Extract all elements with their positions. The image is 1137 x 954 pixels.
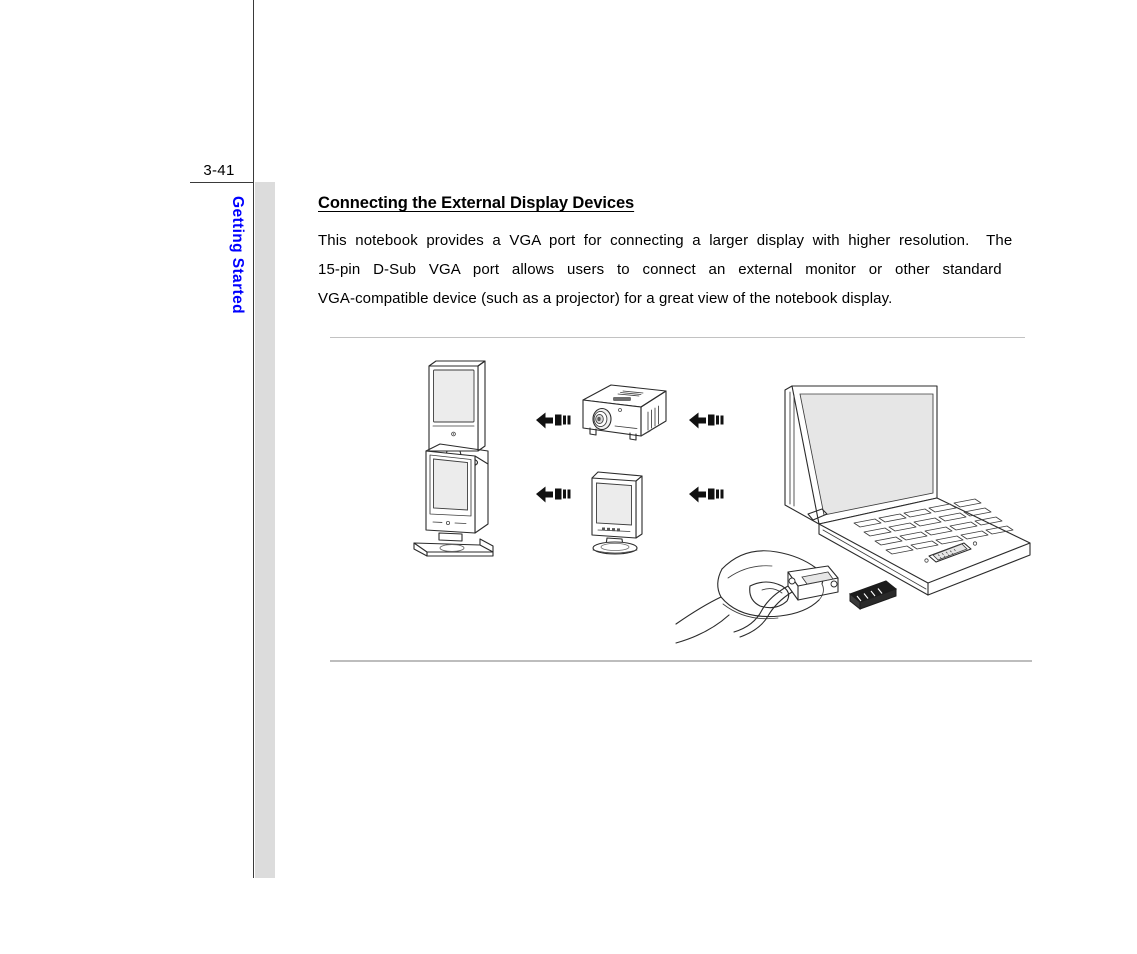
body-paragraph-line-2: 15-pin D-Sub VGA port allows users to co… [318,261,1002,278]
content-column: Connecting the External Display Devices … [318,192,1024,313]
lcd-monitor-illustration [591,471,643,555]
notebook-vga-connection-illustration [675,385,1031,644]
crt-monitor-illustration [413,443,494,557]
hand-illustration [675,550,824,644]
chapter-tab-strip [255,182,275,878]
body-paragraph-line-1: This notebook provides a VGA port for co… [318,232,1013,249]
page-margin-vertical-rule [253,0,254,878]
page-number: 3-41 [203,162,235,179]
section-heading: Connecting the External Display Devices [318,194,635,212]
vga-plug-insert-indicator [848,580,898,611]
projector-illustration [582,384,667,441]
page-number-underline-rule [190,182,254,183]
arrow-left-bottom-outer [689,486,724,503]
figure-block [330,337,1032,662]
figure-rule-bottom [330,660,1032,662]
arrow-left-top-inner [536,412,571,429]
chapter-tab-label: Getting Started [229,196,246,314]
body-paragraph-line-3: VGA-compatible device (such as a project… [318,290,893,307]
figure-illustration [330,338,1032,660]
arrow-left-top-outer [689,412,724,429]
arrow-left-bottom-inner [536,486,571,503]
